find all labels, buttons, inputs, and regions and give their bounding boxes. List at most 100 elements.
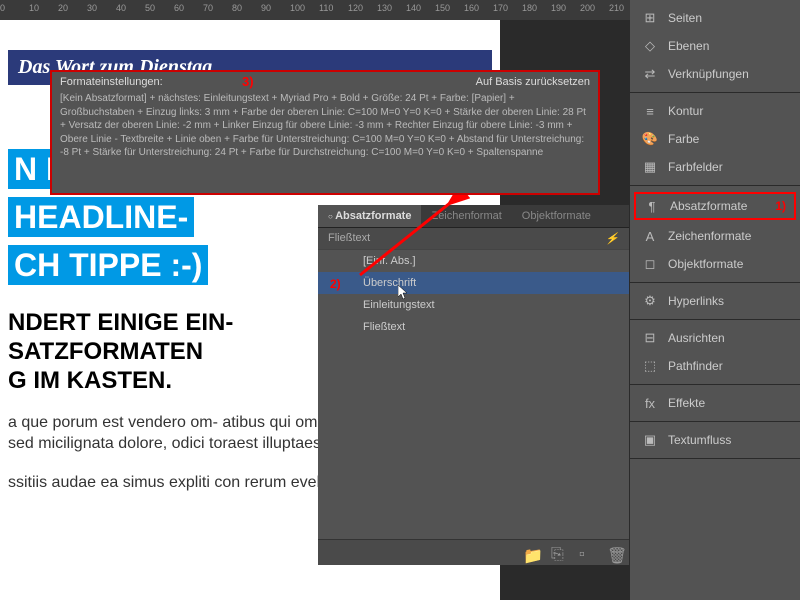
tooltip-title: Formateinstellungen:	[60, 76, 163, 88]
ruler-mark: 70	[203, 3, 213, 13]
ruler-mark: 80	[232, 3, 242, 13]
ausrichten-icon: ⊟	[642, 330, 658, 346]
style-item[interactable]: Fließtext	[318, 316, 629, 338]
panel-item-verknüpfungen[interactable]: ⇄ Verknüpfungen	[630, 60, 800, 88]
panel-group: fx Effekte	[630, 385, 800, 422]
ruler-mark: 50	[145, 3, 155, 13]
panel-item-label: Absatzformate	[670, 199, 747, 213]
ruler-mark: 160	[464, 3, 479, 13]
panel-item-seiten[interactable]: ⊞ Seiten	[630, 4, 800, 32]
panel-item-label: Hyperlinks	[668, 294, 724, 308]
new-style-icon[interactable]: ▫	[579, 546, 593, 560]
panel-group: ▣ Textumfluss	[630, 422, 800, 459]
ruler-mark: 210	[609, 3, 624, 13]
panel-item-label: Objektformate	[668, 257, 743, 271]
pathfinder-icon: ⬚	[642, 358, 658, 374]
tooltip-content: [Kein Absatzformat] + nächstes: Einleitu…	[60, 92, 590, 160]
panel-item-zeichenformate[interactable]: A Zeichenformate	[630, 222, 800, 250]
panel-item-ebenen[interactable]: ◇ Ebenen	[630, 32, 800, 60]
panel-item-label: Farbe	[668, 132, 699, 146]
ruler-mark: 110	[319, 3, 333, 13]
verknüpfungen-icon: ⇄	[642, 66, 658, 82]
panel-item-label: Ebenen	[668, 39, 709, 53]
panel-group: ⊞ Seiten ◇ Ebenen ⇄ Verknüpfungen	[630, 0, 800, 93]
panel-group: ⊟ Ausrichten ⬚ Pathfinder	[630, 320, 800, 385]
panel-item-effekte[interactable]: fx Effekte	[630, 389, 800, 417]
style-item-label: Fließtext	[363, 321, 405, 333]
panel-footer: 📁 ⎘ ▫ 🗑	[318, 539, 629, 565]
annotation-3: 3)	[242, 74, 254, 89]
ruler-mark: 170	[493, 3, 508, 13]
ruler-mark: 20	[58, 3, 68, 13]
ruler-mark: 190	[551, 3, 566, 13]
panel-group: ⚙ Hyperlinks	[630, 283, 800, 320]
ebenen-icon: ◇	[642, 38, 658, 54]
zeichenformate-icon: A	[642, 228, 658, 244]
clip-icon[interactable]: ⎘	[551, 546, 565, 560]
panel-item-label: Pathfinder	[668, 359, 723, 373]
ruler-mark: 60	[174, 3, 184, 13]
panel-item-label: Textumfluss	[668, 433, 731, 447]
paragraph-styles-panel[interactable]: Absatzformate Zeichenformat Objektformat…	[318, 205, 629, 565]
panel-group: ¶ Absatzformate 1) A Zeichenformate ◻ Objektfo…	[630, 186, 800, 283]
panel-item-farbe[interactable]: 🎨 Farbe	[630, 125, 800, 153]
ruler-mark: 40	[116, 3, 126, 13]
panel-item-kontur[interactable]: ≡ Kontur	[630, 97, 800, 125]
ruler-mark: 0	[0, 3, 5, 13]
panel-item-absatzformate[interactable]: ¶ Absatzformate 1)	[634, 192, 796, 220]
panel-item-label: Seiten	[668, 11, 702, 25]
style-item[interactable]: [Einf. Abs.]	[318, 250, 629, 272]
trash-icon[interactable]: 🗑	[607, 546, 621, 560]
right-panel-dock: ⊞ Seiten ◇ Ebenen ⇄ Verknüpfungen ≡ Kontur 🎨 Farb…	[630, 0, 800, 600]
panel-item-ausrichten[interactable]: ⊟ Ausrichten	[630, 324, 800, 352]
ruler-mark: 150	[435, 3, 450, 13]
tab-objektformate[interactable]: Objektformate	[512, 205, 601, 227]
panel-item-label: Effekte	[668, 396, 705, 410]
headline-line-3: CH TIPPE :-)	[8, 245, 208, 285]
panel-item-label: Kontur	[668, 104, 703, 118]
ruler-mark: 180	[522, 3, 537, 13]
headline-line-2: HEADLINE-	[8, 197, 194, 237]
format-settings-tooltip: 3) Formateinstellungen: Auf Basis zurück…	[50, 70, 600, 195]
horizontal-ruler: 0102030405060708090100110120130140150160…	[0, 0, 630, 20]
annotation-1: 1)	[775, 199, 786, 213]
farbe-icon: 🎨	[642, 131, 658, 147]
panel-item-label: Farbfelder	[668, 160, 723, 174]
seiten-icon: ⊞	[642, 10, 658, 26]
flash-icon[interactable]: ⚡	[605, 232, 619, 245]
tab-absatzformate[interactable]: Absatzformate	[318, 205, 421, 227]
panel-item-pathfinder[interactable]: ⬚ Pathfinder	[630, 352, 800, 380]
panel-item-hyperlinks[interactable]: ⚙ Hyperlinks	[630, 287, 800, 315]
ruler-mark: 90	[261, 3, 271, 13]
panel-item-objektformate[interactable]: ◻ Objektformate	[630, 250, 800, 278]
style-item[interactable]: 2)Überschrift	[318, 272, 629, 294]
ruler-mark: 10	[29, 3, 39, 13]
panel-tab-bar: Absatzformate Zeichenformat Objektformat…	[318, 205, 629, 228]
panel-item-label: Verknüpfungen	[668, 67, 749, 81]
panel-item-farbfelder[interactable]: ▦Farbfelder	[630, 153, 800, 181]
reset-to-base-button[interactable]: Auf Basis zurücksetzen	[476, 76, 590, 88]
style-item-label: Einleitungstext	[363, 299, 435, 311]
style-item-label: [Einf. Abs.]	[363, 255, 416, 267]
panel-item-label: Ausrichten	[668, 331, 725, 345]
ruler-mark: 130	[377, 3, 392, 13]
kontur-icon: ≡	[642, 103, 658, 119]
panel-group: ≡ Kontur 🎨 Farbe ▦Farbfelder	[630, 93, 800, 186]
absatzformate-icon: ¶	[644, 198, 660, 214]
style-item[interactable]: Einleitungstext	[318, 294, 629, 316]
tab-zeichenformat[interactable]: Zeichenformat	[421, 205, 511, 227]
hyperlinks-icon: ⚙	[642, 293, 658, 309]
effekte-icon: fx	[642, 395, 658, 411]
panel-item-label: Zeichenformate	[668, 229, 751, 243]
textumfluss-icon: ▣	[642, 432, 658, 448]
ruler-mark: 200	[580, 3, 595, 13]
style-list: [Einf. Abs.] 2)Überschrift Einleitungstext…	[318, 250, 629, 338]
folder-icon[interactable]: 📁	[523, 546, 537, 560]
panel-item-textumfluss[interactable]: ▣ Textumfluss	[630, 426, 800, 454]
objektformate-icon: ◻	[642, 256, 658, 272]
ruler-mark: 120	[348, 3, 363, 13]
ruler-mark: 140	[406, 3, 421, 13]
current-style-label: Fließtext	[328, 232, 370, 245]
annotation-2: 2)	[330, 277, 341, 291]
ruler-mark: 100	[290, 3, 305, 13]
